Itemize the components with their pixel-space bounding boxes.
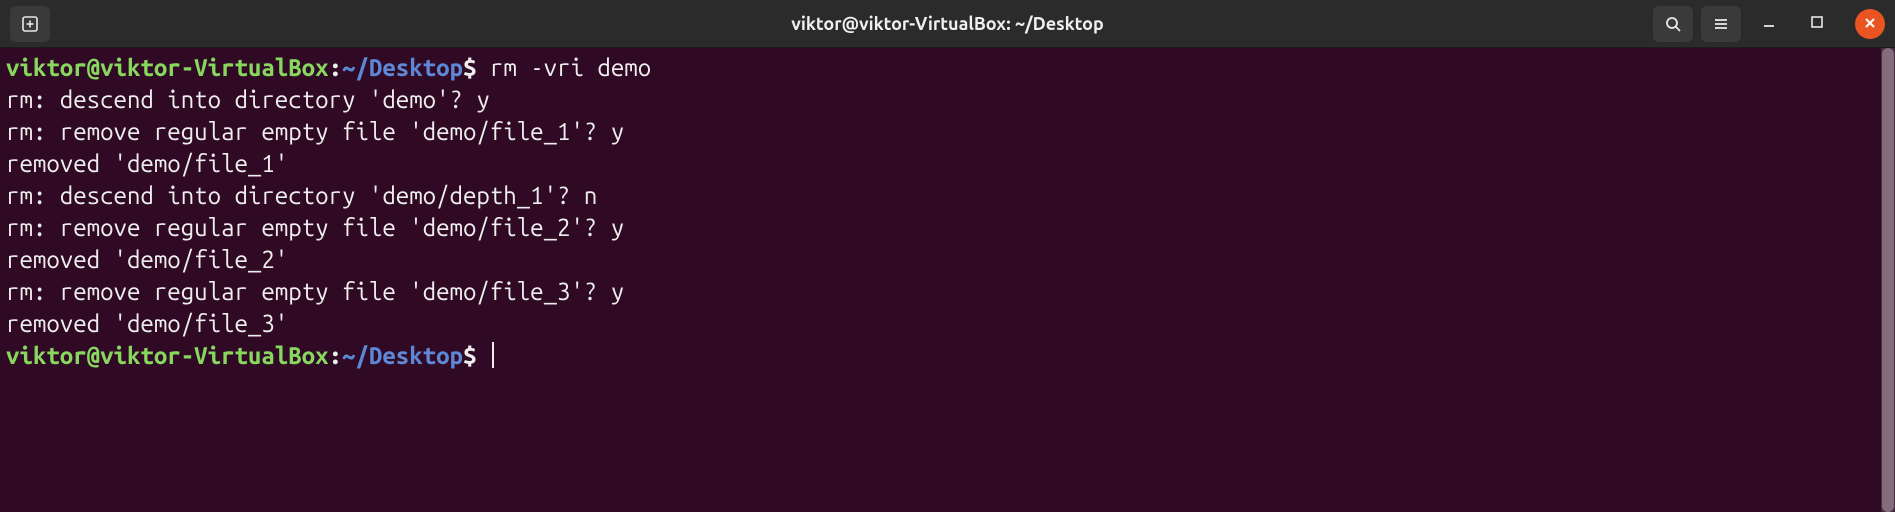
ps1-symbol: $ [463, 342, 476, 369]
terminal-window: viktor@viktor-VirtualBox: ~/Desktop [0, 0, 1895, 512]
output-line: rm: descend into directory 'demo'? y [6, 86, 490, 113]
terminal-area: viktor@viktor-VirtualBox:~/Desktop$ rm -… [0, 48, 1895, 512]
hamburger-menu-icon [1712, 15, 1730, 33]
output-line: rm: remove regular empty file 'demo/file… [6, 278, 624, 305]
titlebar-left-group [10, 6, 50, 42]
scrollbar[interactable] [1881, 48, 1895, 512]
close-icon [1864, 15, 1876, 33]
menu-button[interactable] [1701, 6, 1741, 42]
maximize-icon [1810, 15, 1824, 33]
output-line: rm: descend into directory 'demo/depth_1… [6, 182, 597, 209]
output-line: removed 'demo/file_1' [6, 150, 288, 177]
minimize-icon [1761, 14, 1777, 34]
search-button[interactable] [1653, 6, 1693, 42]
output-line: removed 'demo/file_2' [6, 246, 288, 273]
minimize-button[interactable] [1749, 6, 1789, 42]
window-title: viktor@viktor-VirtualBox: ~/Desktop [791, 14, 1103, 34]
output-line: rm: remove regular empty file 'demo/file… [6, 214, 624, 241]
ps1-user-host: viktor@viktor-VirtualBox [6, 54, 329, 81]
ps1-separator: : [329, 342, 342, 369]
text-cursor [492, 342, 494, 368]
search-icon [1664, 15, 1682, 33]
new-tab-button[interactable] [10, 6, 50, 42]
output-line: removed 'demo/file_3' [6, 310, 288, 337]
output-line: rm: remove regular empty file 'demo/file… [6, 118, 624, 145]
maximize-button[interactable] [1797, 6, 1837, 42]
ps1-separator: : [329, 54, 342, 81]
command-text: rm -vri demo [490, 54, 651, 81]
titlebar: viktor@viktor-VirtualBox: ~/Desktop [0, 0, 1895, 48]
titlebar-right-group [1653, 6, 1885, 42]
scrollbar-thumb[interactable] [1882, 48, 1894, 512]
terminal-output[interactable]: viktor@viktor-VirtualBox:~/Desktop$ rm -… [0, 48, 1881, 512]
ps1-path: ~/Desktop [342, 54, 463, 81]
ps1-path: ~/Desktop [342, 342, 463, 369]
ps1-user-host: viktor@viktor-VirtualBox [6, 342, 329, 369]
ps1-symbol: $ [463, 54, 476, 81]
close-button[interactable] [1855, 9, 1885, 39]
new-tab-icon [20, 14, 40, 34]
